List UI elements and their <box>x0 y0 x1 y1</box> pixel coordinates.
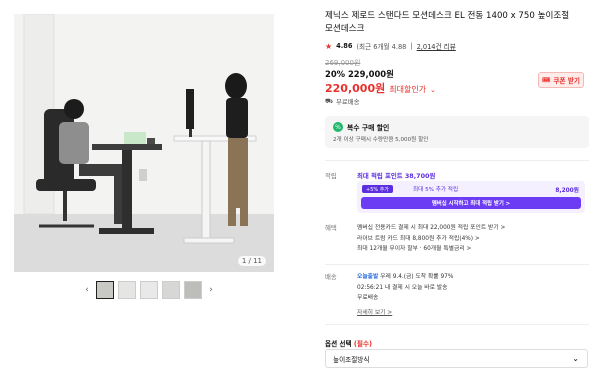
points-amount: 8,200원 <box>555 188 579 194</box>
membership-cta-button[interactable]: 멤버십 시작하고 최대 적립 받기 > <box>361 197 581 209</box>
office-desk-photo <box>14 14 274 272</box>
rating-detail: (최근 6개월 4.88 <box>356 43 407 51</box>
product-title-line2: 모션데스크 <box>325 24 365 34</box>
free-shipping-label: 무료배송 <box>336 98 360 106</box>
truck-icon: ⛟ <box>325 97 334 105</box>
chevron-down-icon: ⌄ <box>430 86 436 94</box>
max-discount-label: 최대할인가 <box>389 85 427 94</box>
product-main-image[interactable]: 1 / 11 <box>14 14 274 272</box>
benefit-item[interactable]: 최대 12개월 무이자 할부 · 60개월 특별금리 > <box>357 244 505 255</box>
option-label-text: 옵션 선택 <box>325 340 352 348</box>
delivery-details-link[interactable]: 자세히 보기 > <box>357 307 392 316</box>
product-info: 제닉스 제로드 스탠다드 모션데스크 EL 전동 1400 x 750 높이조절… <box>325 10 590 51</box>
option-label: 옵션 선택 (필수) <box>325 338 372 348</box>
coupon-icon: 🎟 <box>542 76 551 84</box>
chevron-down-icon: ⌄ <box>572 354 579 363</box>
coupon-button-label: 쿠폰 받기 <box>553 77 580 85</box>
divider <box>325 324 589 325</box>
points-label: 적립 <box>325 172 337 180</box>
original-price: 269,000원 <box>325 59 361 67</box>
rating-row: ★ 4.86 (최근 6개월 4.88 | 2,014건 리뷰 <box>325 41 456 52</box>
points-title: 최대 적립 포인트 38,700원 <box>357 172 436 180</box>
ship-deadline: 02:56:21 내 결제 시 오늘 바로 발송 <box>357 284 448 291</box>
product-title: 제닉스 제로드 스탠다드 모션데스크 EL 전동 1400 x 750 높이조절… <box>325 10 590 36</box>
bulk-discount-box: % 복수 구매 할인 2개 이상 구매시 수량만큼 5,000원 할인 <box>325 116 589 148</box>
option-select[interactable]: 높이조절방식 ⌄ <box>325 349 588 368</box>
shipping-fee: 무료배송 <box>357 295 379 301</box>
chevron-right-icon[interactable]: › <box>206 285 216 295</box>
option-selected-value: 높이조절방식 <box>333 355 370 364</box>
discount-price: 20% 229,000원 <box>325 69 394 79</box>
chevron-left-icon[interactable]: ‹ <box>82 285 92 295</box>
benefit-item[interactable]: 멤버십 전용카드 결제 시 최대 22,000원 적립 포인트 받기 > <box>357 223 505 234</box>
review-count-link[interactable]: 2,014건 리뷰 <box>417 41 456 51</box>
points-desc: 최대 5% 추가 적립 <box>413 187 459 193</box>
required-mark: (필수) <box>353 340 373 348</box>
delivery-info: 오늘출발 우레 9.4.(금) 도착 확률 97% 02:56:21 내 결제 … <box>357 272 453 304</box>
image-counter: 1 / 11 <box>237 256 266 266</box>
thumbnail[interactable] <box>184 281 202 299</box>
benefit-item[interactable]: 라이브 트럼 카드 최대 8,800원 추가 적립(4%) > <box>357 234 505 245</box>
points-box: +5% 추가 최대 5% 추가 적립 8,200원 멤버십 시작하고 최대 적립… <box>357 181 585 213</box>
rating-score: 4.86 <box>336 42 353 50</box>
promo-title: 복수 구매 할인 <box>347 124 390 132</box>
bonus-badge: +5% 추가 <box>362 185 393 193</box>
coupon-button[interactable]: 🎟 쿠폰 받기 <box>538 72 584 88</box>
thumbnail[interactable] <box>118 281 136 299</box>
thumbnail[interactable] <box>162 281 180 299</box>
sale-price: 220,000원 <box>325 82 386 95</box>
benefits-label: 혜택 <box>325 224 337 232</box>
divider <box>325 264 589 265</box>
arrival-estimate: 우레 9.4.(금) 도착 확률 97% <box>380 274 454 280</box>
benefit-list: 멤버십 전용카드 결제 시 최대 22,000원 적립 포인트 받기 > 라이브… <box>357 223 505 255</box>
star-icon: ★ <box>325 41 333 51</box>
sale-price-row[interactable]: 220,000원 최대할인가 ⌄ <box>325 80 436 96</box>
thumbnail[interactable] <box>140 281 158 299</box>
percent-icon: % <box>333 122 343 132</box>
promo-subtitle: 2개 이상 구매시 수량만큼 5,000원 할인 <box>333 137 429 143</box>
thumbnail-strip: ‹ › <box>82 281 216 299</box>
delivery-label: 배송 <box>325 273 337 281</box>
thumbnail[interactable] <box>96 281 114 299</box>
product-title-line1: 제닉스 제로드 스탠다드 모션데스크 EL 전동 1400 x 750 높이조절 <box>325 11 570 21</box>
divider <box>325 160 589 161</box>
today-ship-tag: 오늘출발 <box>357 274 379 280</box>
free-shipping-tag: ⛟ 무료배송 <box>325 97 360 106</box>
